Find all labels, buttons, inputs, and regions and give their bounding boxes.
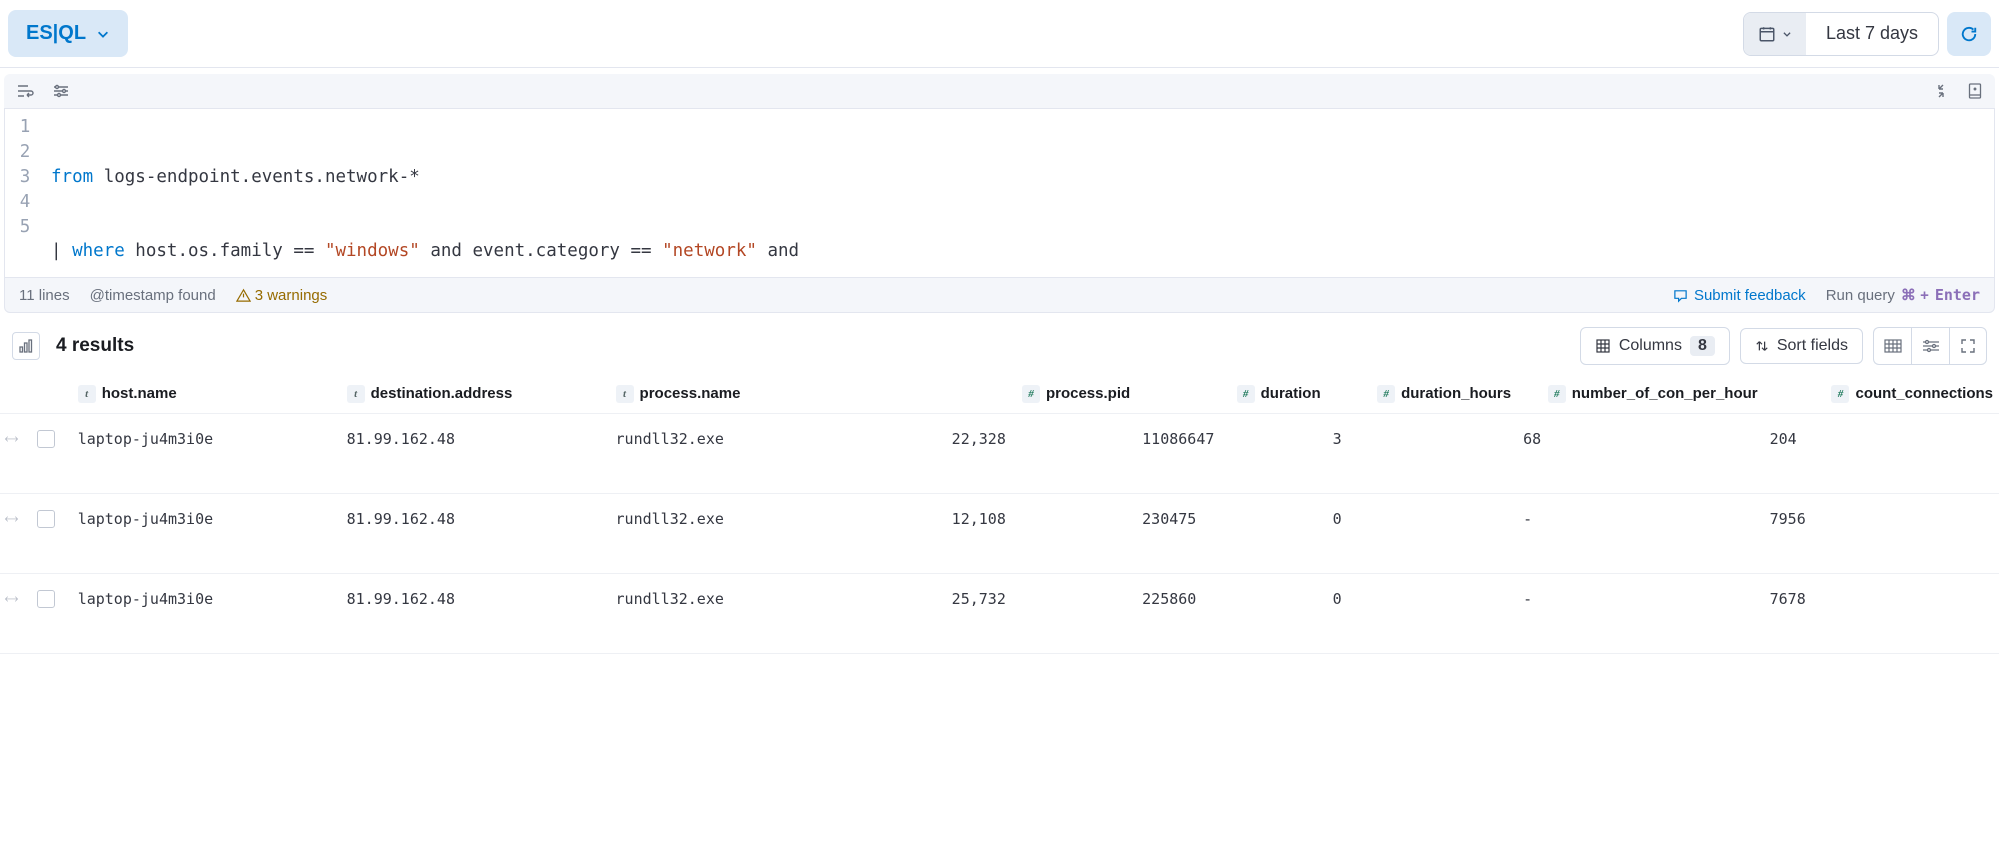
expand-row-icon[interactable]: ⤢	[2, 430, 21, 449]
col-header[interactable]: #count_connections	[1764, 375, 1999, 414]
warnings-indicator[interactable]: 3 warnings	[236, 287, 328, 304]
row-checkbox[interactable]	[37, 590, 55, 608]
expand-row-icon[interactable]: ⤢	[2, 510, 21, 529]
col-header[interactable]: thost.name	[72, 375, 341, 414]
editor-status-bar: 11 lines @timestamp found 3 warnings Sub…	[4, 277, 1995, 313]
top-bar: ES|QL Last 7 days	[0, 0, 1999, 68]
refresh-button[interactable]	[1947, 12, 1991, 56]
col-header[interactable]: #duration_hours	[1327, 375, 1517, 414]
table-row[interactable]: ⤢ laptop-ju4m3i0e81.99.162.48rundll32.exe…	[0, 414, 1999, 494]
cell-cnt: 7678	[1764, 574, 1999, 654]
table-row[interactable]: ⤢ laptop-ju4m3i0e81.99.162.48rundll32.exe…	[0, 574, 1999, 654]
fullscreen-icon[interactable]	[1949, 327, 1987, 365]
gutter: 1 2 3 4 5	[5, 113, 45, 277]
submit-feedback-link[interactable]: Submit feedback	[1673, 287, 1806, 304]
cell-proc: rundll32.exe	[610, 574, 946, 654]
col-header[interactable]: #duration	[1136, 375, 1326, 414]
lines-count: 11 lines	[19, 287, 70, 304]
timestamp-found: @timestamp found	[90, 287, 216, 304]
collapse-icon[interactable]	[1933, 83, 1949, 99]
cell-dest: 81.99.162.48	[341, 414, 610, 494]
col-header[interactable]: #number_of_con_per_hour	[1517, 375, 1764, 414]
cell-host: laptop-ju4m3i0e	[72, 494, 341, 574]
row-checkbox[interactable]	[37, 430, 55, 448]
calendar-icon	[1744, 13, 1806, 55]
cell-cph: -	[1517, 494, 1764, 574]
query-mode-label: ES|QL	[26, 22, 86, 45]
cell-cnt: 204	[1764, 414, 1999, 494]
query-editor[interactable]: 1 2 3 4 5 from logs-endpoint.events.netw…	[4, 109, 1995, 277]
cell-dur: 230475	[1136, 494, 1326, 574]
results-table: thost.name tdestination.address tprocess…	[0, 375, 1999, 654]
cell-dur: 225860	[1136, 574, 1326, 654]
cell-dest: 81.99.162.48	[341, 574, 610, 654]
cell-proc: rundll32.exe	[610, 494, 946, 574]
col-header[interactable]: tdestination.address	[341, 375, 610, 414]
cell-hrs: 3	[1327, 414, 1517, 494]
date-range-picker[interactable]: Last 7 days	[1743, 12, 1939, 56]
display-options-icon[interactable]	[1911, 327, 1949, 365]
wrap-lines-icon[interactable]	[16, 83, 34, 99]
date-range-label: Last 7 days	[1806, 23, 1938, 44]
editor-toolbar	[4, 74, 1995, 109]
top-right-controls: Last 7 days	[1743, 12, 1991, 56]
cell-host: laptop-ju4m3i0e	[72, 414, 341, 494]
toggle-histogram-icon[interactable]	[12, 332, 40, 360]
cell-pid: 25,732	[946, 574, 1136, 654]
code-area[interactable]: from logs-endpoint.events.network-* | wh…	[45, 113, 1994, 277]
cell-dest: 81.99.162.48	[341, 494, 610, 574]
expand-row-icon[interactable]: ⤢	[2, 590, 21, 609]
density-icon[interactable]	[1873, 327, 1911, 365]
view-controls	[1873, 327, 1987, 365]
cell-dur: 11086647	[1136, 414, 1326, 494]
col-header[interactable]: #process.pid	[946, 375, 1136, 414]
results-header: 4 results Columns 8 Sort fields	[0, 313, 1999, 375]
sort-fields-button[interactable]: Sort fields	[1740, 328, 1863, 364]
cell-cph: -	[1517, 574, 1764, 654]
query-mode-selector[interactable]: ES|QL	[8, 10, 128, 57]
cell-cph: 68	[1517, 414, 1764, 494]
results-count: 4 results	[56, 335, 134, 357]
cell-pid: 22,328	[946, 414, 1136, 494]
chevron-down-icon	[96, 27, 110, 41]
cell-host: laptop-ju4m3i0e	[72, 574, 341, 654]
columns-button[interactable]: Columns 8	[1580, 327, 1730, 365]
table-row[interactable]: ⤢ laptop-ju4m3i0e81.99.162.48rundll32.exe…	[0, 494, 1999, 574]
cell-hrs: 0	[1327, 494, 1517, 574]
reference-icon[interactable]	[1967, 82, 1983, 100]
cell-proc: rundll32.exe	[610, 414, 946, 494]
cell-hrs: 0	[1327, 574, 1517, 654]
settings-icon[interactable]	[52, 83, 70, 99]
col-header[interactable]: tprocess.name	[610, 375, 946, 414]
run-query-hint: Run query ⌘ + Enter	[1826, 286, 1980, 304]
cell-pid: 12,108	[946, 494, 1136, 574]
row-checkbox[interactable]	[37, 510, 55, 528]
cell-cnt: 7956	[1764, 494, 1999, 574]
table-header-row: thost.name tdestination.address tprocess…	[0, 375, 1999, 414]
